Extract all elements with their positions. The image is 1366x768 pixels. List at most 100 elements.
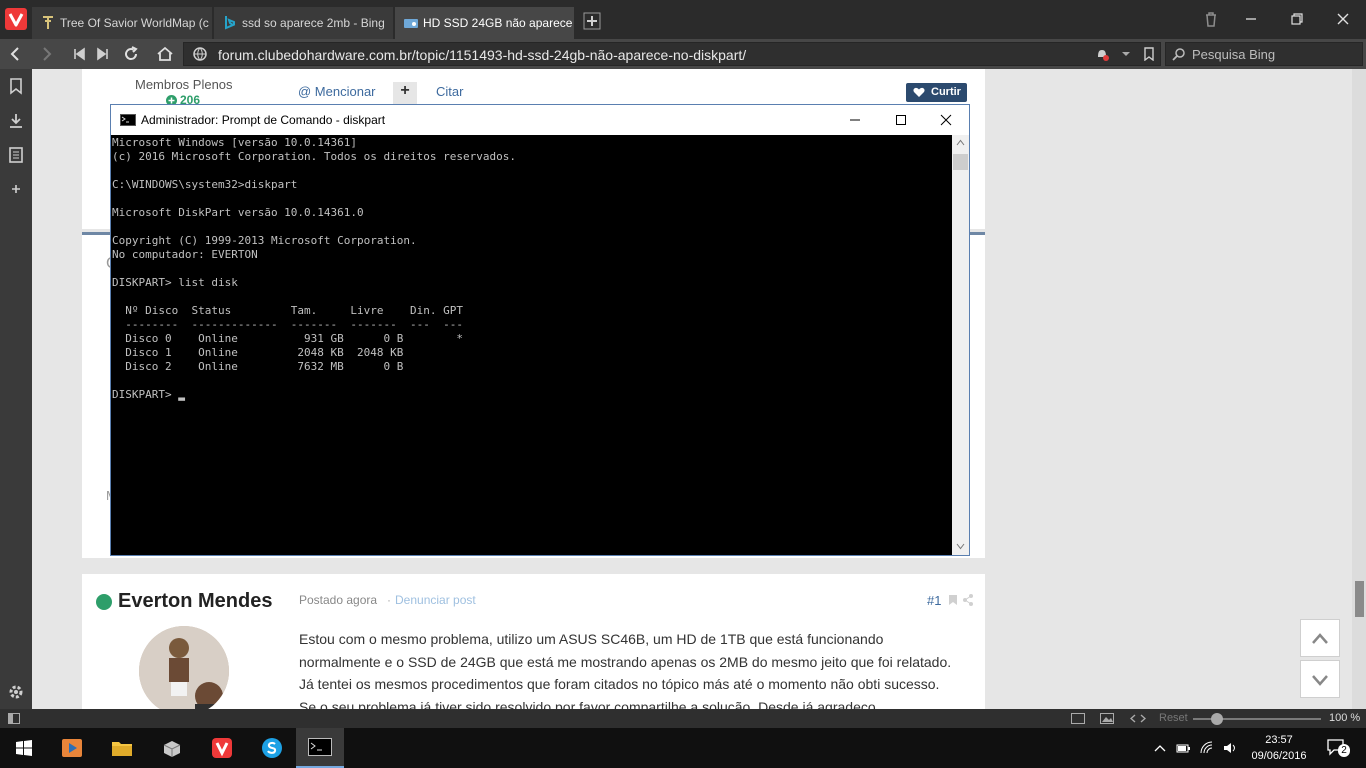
battery-icon[interactable] bbox=[1175, 740, 1191, 756]
search-input[interactable] bbox=[1192, 46, 1352, 62]
cmd-scrollbar[interactable] bbox=[952, 135, 969, 555]
windows-logo-icon bbox=[16, 740, 32, 756]
author-name[interactable]: Everton Mendes bbox=[118, 590, 272, 613]
tray-chevron-up-icon[interactable] bbox=[1152, 740, 1168, 756]
multiquote-button[interactable]: + bbox=[393, 82, 417, 104]
command-prompt-window[interactable]: Administrador: Prompt de Comando - diskp… bbox=[110, 104, 970, 556]
close-icon bbox=[940, 114, 952, 126]
tab-title: Tree Of Savior WorldMap (c bbox=[60, 16, 209, 30]
avatar-photo-icon bbox=[139, 626, 229, 709]
share-icon[interactable] bbox=[962, 594, 974, 606]
cmd-close-button[interactable] bbox=[923, 105, 969, 135]
notification-count: 2 bbox=[1338, 744, 1350, 757]
scroll-down-arrow-icon[interactable] bbox=[956, 543, 965, 550]
trash-icon[interactable] bbox=[1202, 10, 1220, 28]
rewind-icon[interactable] bbox=[70, 45, 88, 63]
url-field[interactable]: forum.clubedohardware.com.br/topic/11514… bbox=[183, 42, 1161, 66]
taskbar-installer[interactable] bbox=[148, 728, 196, 768]
hdd-favicon-icon bbox=[404, 19, 418, 28]
back-icon[interactable] bbox=[6, 45, 24, 63]
vivaldi-logo-icon bbox=[8, 13, 24, 27]
tab-title: ssd so aparece 2mb - Bing bbox=[242, 16, 385, 30]
panel-toggle-icon[interactable] bbox=[8, 713, 20, 724]
search-field[interactable] bbox=[1165, 42, 1363, 66]
action-center-button[interactable]: 2 bbox=[1326, 738, 1350, 758]
post-number-link[interactable]: #1 bbox=[927, 593, 941, 608]
post-body-line: Se o seu problema já tiver sido resolvid… bbox=[299, 698, 880, 710]
zoom-slider-handle[interactable] bbox=[1211, 713, 1223, 725]
skype-icon bbox=[262, 738, 282, 758]
taskbar-vivaldi[interactable] bbox=[198, 728, 246, 768]
maximize-icon bbox=[896, 115, 906, 125]
member-group: Membros Plenos bbox=[135, 77, 233, 92]
minimize-icon bbox=[850, 119, 860, 121]
taskbar-skype[interactable] bbox=[248, 728, 296, 768]
page-scrollbar-thumb[interactable] bbox=[1355, 581, 1364, 617]
tab-bing-search[interactable]: ssd so aparece 2mb - Bing bbox=[214, 7, 394, 39]
tab-bar: Tree Of Savior WorldMap (c ssd so aparec… bbox=[0, 0, 1366, 39]
scroll-to-bottom-button[interactable] bbox=[1300, 660, 1340, 698]
zoom-level: 100 % bbox=[1329, 712, 1361, 724]
cmd-console[interactable]: Microsoft Windows [versão 10.0.14361] (c… bbox=[111, 135, 952, 555]
cmd-minimize-button[interactable] bbox=[832, 105, 878, 135]
online-indicator bbox=[96, 594, 112, 610]
dropdown-chevron-icon[interactable] bbox=[1120, 48, 1132, 60]
url-text: forum.clubedohardware.com.br/topic/11514… bbox=[218, 47, 747, 63]
wifi-icon[interactable] bbox=[1199, 740, 1215, 756]
taskbar-file-explorer[interactable] bbox=[98, 728, 146, 768]
page-scrollbar[interactable] bbox=[1352, 69, 1366, 709]
search-icon bbox=[1172, 48, 1185, 61]
add-panel-icon[interactable] bbox=[7, 180, 25, 198]
image-toggle-icon[interactable] bbox=[1100, 713, 1114, 724]
notes-panel-icon[interactable] bbox=[7, 146, 25, 164]
post-body-line: Já tentei os mesmos procedimentos que fo… bbox=[299, 676, 940, 692]
minimize-icon[interactable] bbox=[1242, 10, 1260, 28]
meta-separator: · bbox=[387, 593, 391, 607]
vivaldi-menu-button[interactable] bbox=[5, 8, 27, 30]
bookmarks-panel-icon[interactable] bbox=[7, 77, 25, 95]
post-body-line: normalmente e o SSD de 24GB que está me … bbox=[299, 653, 952, 670]
report-post-link[interactable]: Denunciar post bbox=[395, 593, 476, 607]
home-icon[interactable] bbox=[156, 45, 174, 63]
new-tab-plus-icon[interactable] bbox=[583, 12, 601, 30]
forward-icon[interactable] bbox=[38, 45, 56, 63]
volume-icon[interactable] bbox=[1222, 740, 1238, 756]
tiling-icon[interactable] bbox=[1071, 713, 1085, 724]
cmd-maximize-button[interactable] bbox=[878, 105, 924, 135]
tab-tree-of-savior[interactable]: Tree Of Savior WorldMap (c bbox=[32, 7, 213, 39]
command-prompt-icon bbox=[308, 738, 332, 756]
side-panel bbox=[0, 69, 32, 709]
media-player-icon bbox=[62, 739, 82, 757]
author-avatar[interactable] bbox=[139, 626, 229, 709]
mention-link[interactable]: @ Mencionar bbox=[298, 84, 376, 99]
bookmark-icon[interactable] bbox=[1142, 47, 1156, 61]
scroll-to-top-button[interactable] bbox=[1300, 619, 1340, 657]
cmd-scrollbar-thumb[interactable] bbox=[953, 154, 968, 170]
taskbar-command-prompt[interactable] bbox=[296, 728, 344, 768]
start-button[interactable] bbox=[0, 728, 48, 768]
downloads-panel-icon[interactable] bbox=[7, 112, 25, 130]
page-actions-icon[interactable] bbox=[1130, 713, 1146, 724]
tab-clube-do-hardware[interactable]: HD SSD 24GB não aparece n bbox=[395, 7, 575, 39]
close-window-icon[interactable] bbox=[1334, 10, 1352, 28]
reload-icon[interactable] bbox=[122, 45, 140, 63]
post-date: Postado agora bbox=[299, 593, 378, 607]
like-button[interactable]: Curtir bbox=[906, 83, 967, 102]
bing-favicon-icon bbox=[225, 16, 236, 30]
scroll-up-arrow-icon[interactable] bbox=[956, 139, 965, 146]
taskbar-media-player[interactable] bbox=[48, 728, 96, 768]
chevron-down-icon bbox=[1312, 675, 1328, 686]
clock-time: 23:57 bbox=[1265, 734, 1293, 746]
fast-forward-icon[interactable] bbox=[94, 45, 112, 63]
heart-icon bbox=[913, 87, 925, 97]
zoom-reset-label[interactable]: Reset bbox=[1159, 712, 1188, 724]
clock-date: 09/06/2016 bbox=[1251, 750, 1307, 762]
bookmark-post-icon[interactable] bbox=[948, 594, 958, 606]
blocked-bell-icon[interactable] bbox=[1094, 46, 1110, 62]
cmd-title-bar[interactable]: Administrador: Prompt de Comando - diskp… bbox=[111, 105, 969, 135]
system-clock[interactable]: 23:57 09/06/2016 bbox=[1248, 732, 1310, 764]
settings-gear-icon[interactable] bbox=[7, 683, 25, 701]
quote-link[interactable]: Citar bbox=[436, 84, 463, 99]
cmd-title: Administrador: Prompt de Comando - diskp… bbox=[141, 113, 386, 127]
restore-icon[interactable] bbox=[1288, 10, 1306, 28]
